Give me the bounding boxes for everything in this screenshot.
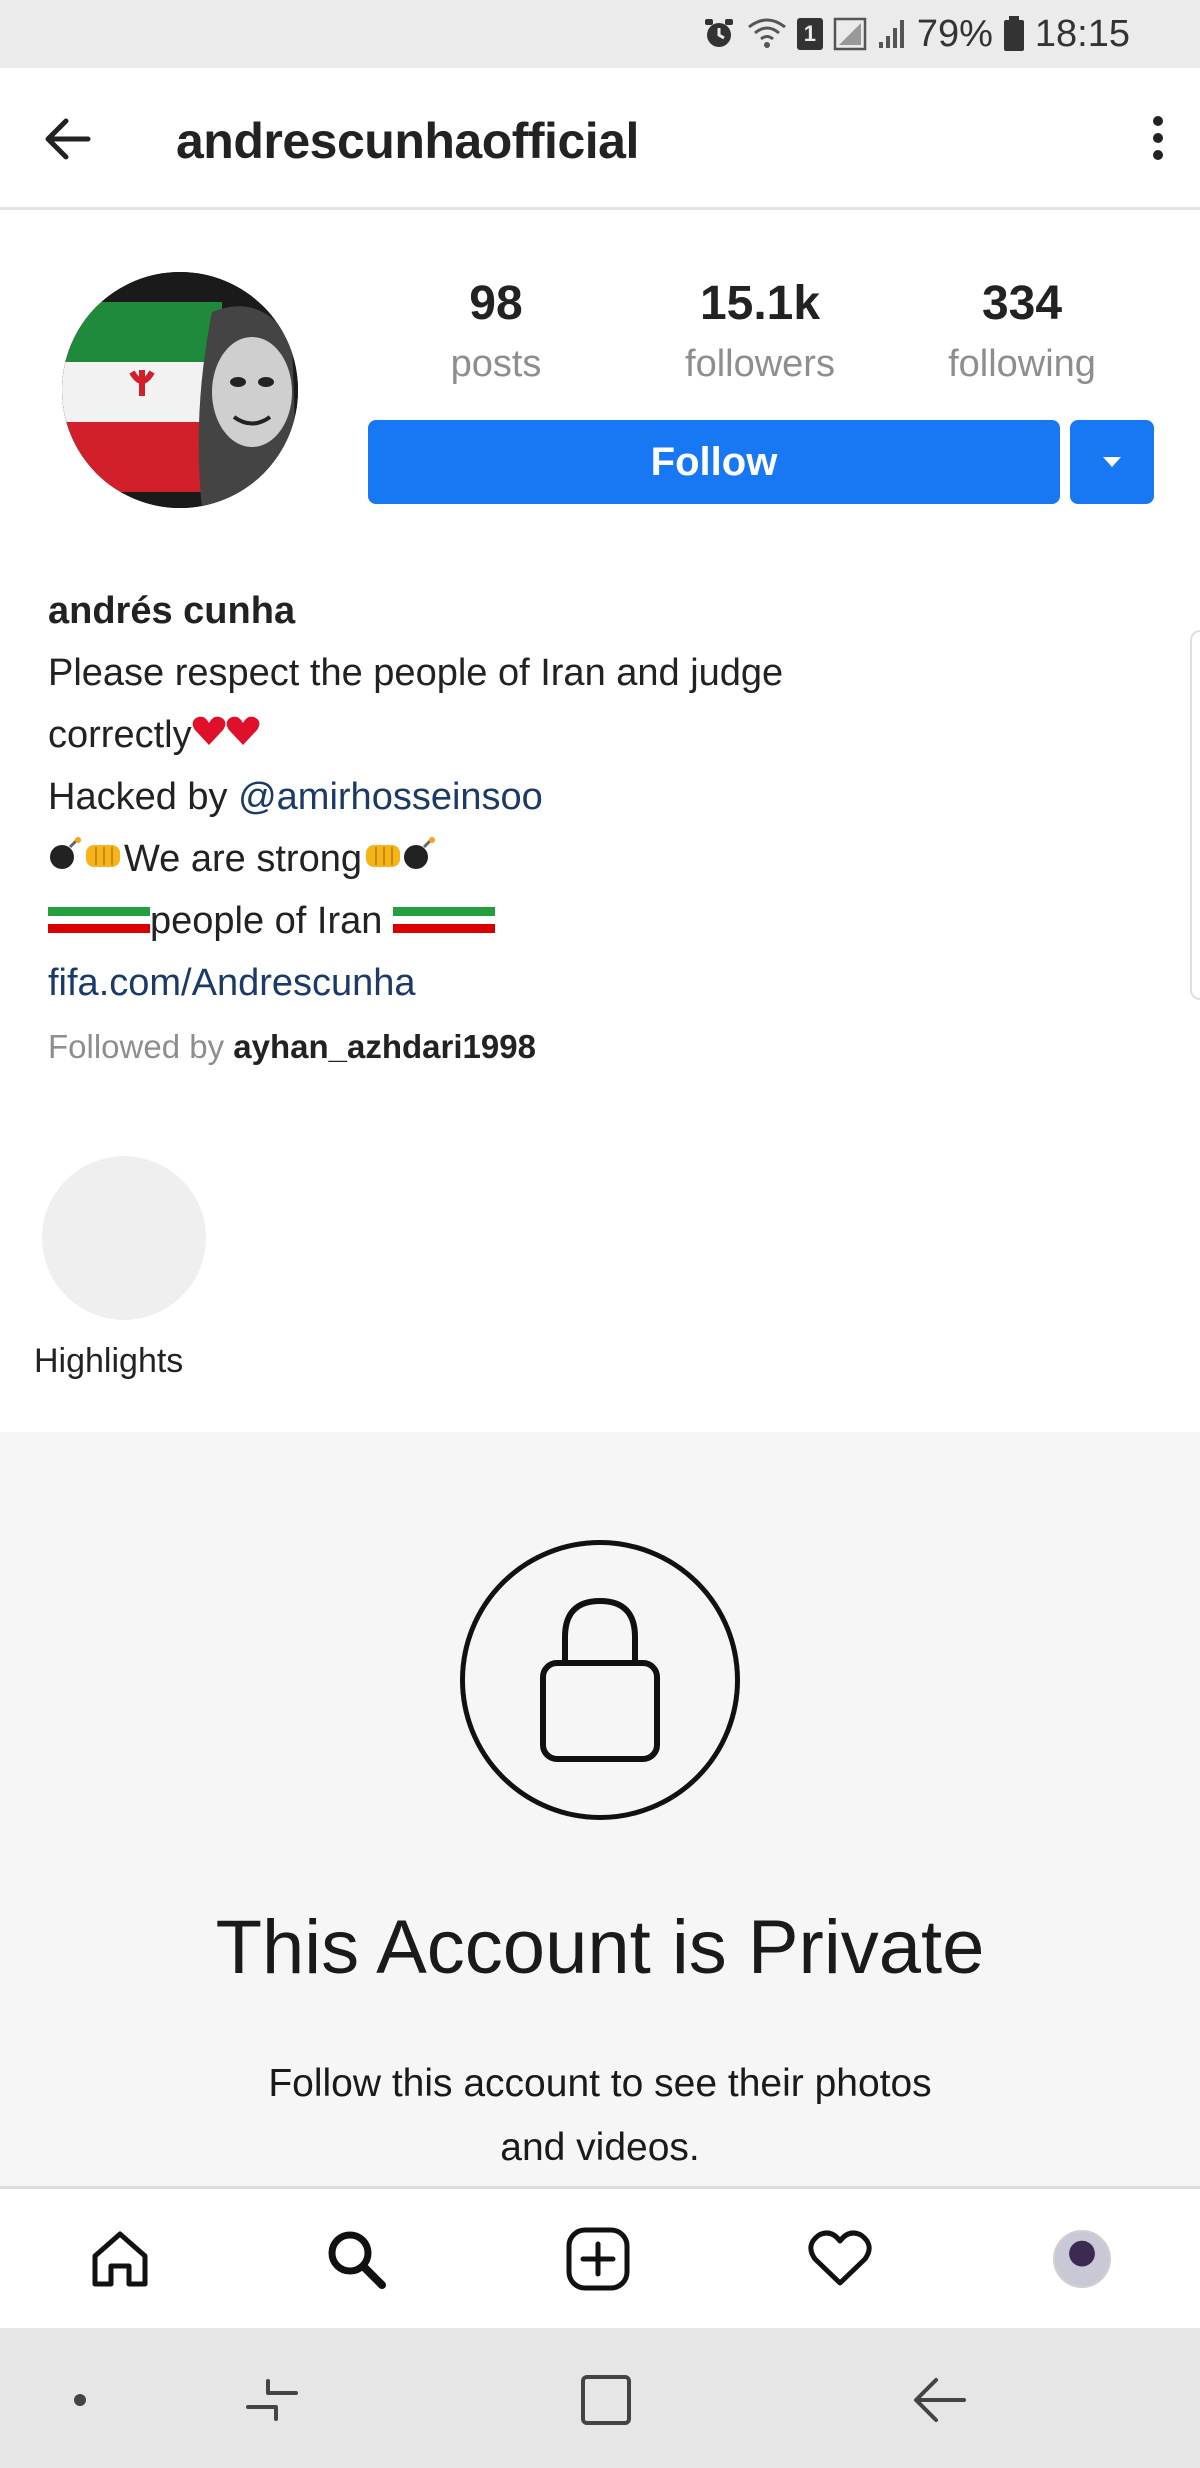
posts-label: posts	[450, 343, 542, 385]
iran-flag-icon	[460, 890, 495, 952]
battery-icon	[1003, 16, 1025, 52]
system-navigation-bar	[0, 2328, 1200, 2468]
profile-tab[interactable]	[1046, 2223, 1118, 2295]
profile-username: andrescunhaofficial	[176, 113, 639, 169]
clock: 18:15	[1034, 12, 1130, 55]
red-heart-icon	[226, 704, 260, 766]
bio-line-5: people of Iran	[48, 890, 1148, 952]
signal-icon	[877, 18, 907, 50]
lock-icon	[460, 1540, 740, 1820]
followers-label: followers	[685, 343, 835, 385]
profile-bio: andrés cunha Please respect the people o…	[48, 580, 1148, 1078]
iran-flag-icon	[392, 890, 427, 952]
top-app-bar: andrescunhaofficial	[0, 68, 1200, 210]
private-subtitle-line-1: Follow this account to see their photos	[268, 2062, 932, 2105]
fist-icon	[362, 828, 402, 890]
recent-apps-icon[interactable]	[240, 2368, 304, 2432]
wifi-icon	[747, 17, 787, 51]
following-count: 334	[981, 277, 1063, 330]
bottom-navigation	[0, 2186, 1200, 2328]
more-options-icon[interactable]	[1138, 108, 1178, 168]
back-arrow-icon[interactable]	[40, 112, 100, 166]
profile-avatar-small	[1053, 2230, 1111, 2288]
fist-icon	[84, 828, 124, 890]
bio-line-2: correctly	[48, 704, 1148, 766]
follow-button[interactable]: Follow	[368, 420, 1060, 504]
red-heart-icon	[192, 704, 226, 766]
mention-link[interactable]: @amirhosseinsoo	[238, 776, 543, 818]
highlights-label: Highlights	[34, 1342, 184, 1380]
private-subtitle: Follow this account to see their photos …	[200, 2052, 1000, 2180]
bomb-icon	[48, 828, 84, 890]
sim-icon: 1	[796, 18, 823, 50]
iran-flag-icon	[82, 890, 116, 952]
bio-line-4: We are strong	[48, 828, 1148, 890]
back-icon[interactable]	[908, 2368, 972, 2432]
bio-line-2-text: correctly	[48, 714, 192, 756]
bio-line-3: Hacked by @amirhosseinsoo	[48, 766, 1148, 828]
followers-count: 15.1k	[699, 277, 821, 330]
private-account-notice: This Account is Private Follow this acco…	[0, 1432, 1200, 2186]
activity-heart-icon[interactable]	[804, 2223, 876, 2295]
iran-flag-icon	[48, 890, 82, 952]
private-title: This Account is Private	[215, 1905, 985, 1990]
bio-website-link[interactable]: fifa.com/Andrescunha	[48, 952, 1148, 1014]
profile-avatar[interactable]	[62, 272, 298, 508]
bio-line-5-text: people of Iran	[150, 900, 393, 942]
following-stat[interactable]: 334 following	[902, 272, 1142, 392]
battery-percent: 79%	[916, 12, 993, 55]
suggested-accounts-dropdown-button[interactable]	[1070, 420, 1154, 504]
status-icons: 1 79% 18:15	[701, 10, 1130, 58]
bio-line-1: Please respect the people of Iran and ju…	[48, 652, 784, 694]
caret-down-icon	[1103, 457, 1121, 467]
private-subtitle-line-2: and videos.	[500, 2126, 700, 2169]
home-icon[interactable]	[84, 2223, 156, 2295]
alarm-icon	[701, 16, 737, 52]
posts-count: 98	[469, 277, 523, 330]
search-icon[interactable]	[320, 2223, 392, 2295]
followed-by-prefix: Followed by	[48, 1028, 234, 1065]
bomb-icon	[402, 828, 438, 890]
scroll-indicator[interactable]	[1190, 630, 1200, 1000]
bio-line-3-text: Hacked by	[48, 776, 239, 818]
following-label: following	[948, 343, 1096, 385]
status-bar: 1 79% 18:15	[0, 0, 1200, 68]
display-name: andrés cunha	[48, 590, 296, 632]
followers-stat[interactable]: 15.1k followers	[640, 272, 880, 392]
followed-by-user[interactable]: ayhan_azhdari1998	[233, 1028, 536, 1065]
iran-flag-icon	[426, 890, 461, 952]
home-square-icon[interactable]	[574, 2368, 638, 2432]
iran-flag-icon	[116, 890, 150, 952]
add-post-icon[interactable]	[562, 2223, 634, 2295]
followed-by[interactable]: Followed by ayhan_azhdari1998	[48, 1016, 1148, 1078]
highlight-placeholder[interactable]	[42, 1156, 206, 1320]
bio-line-4-text: We are strong	[124, 838, 362, 880]
dot-indicator	[48, 2368, 112, 2432]
posts-stat[interactable]: 98 posts	[376, 272, 616, 392]
data-icon	[833, 17, 867, 51]
